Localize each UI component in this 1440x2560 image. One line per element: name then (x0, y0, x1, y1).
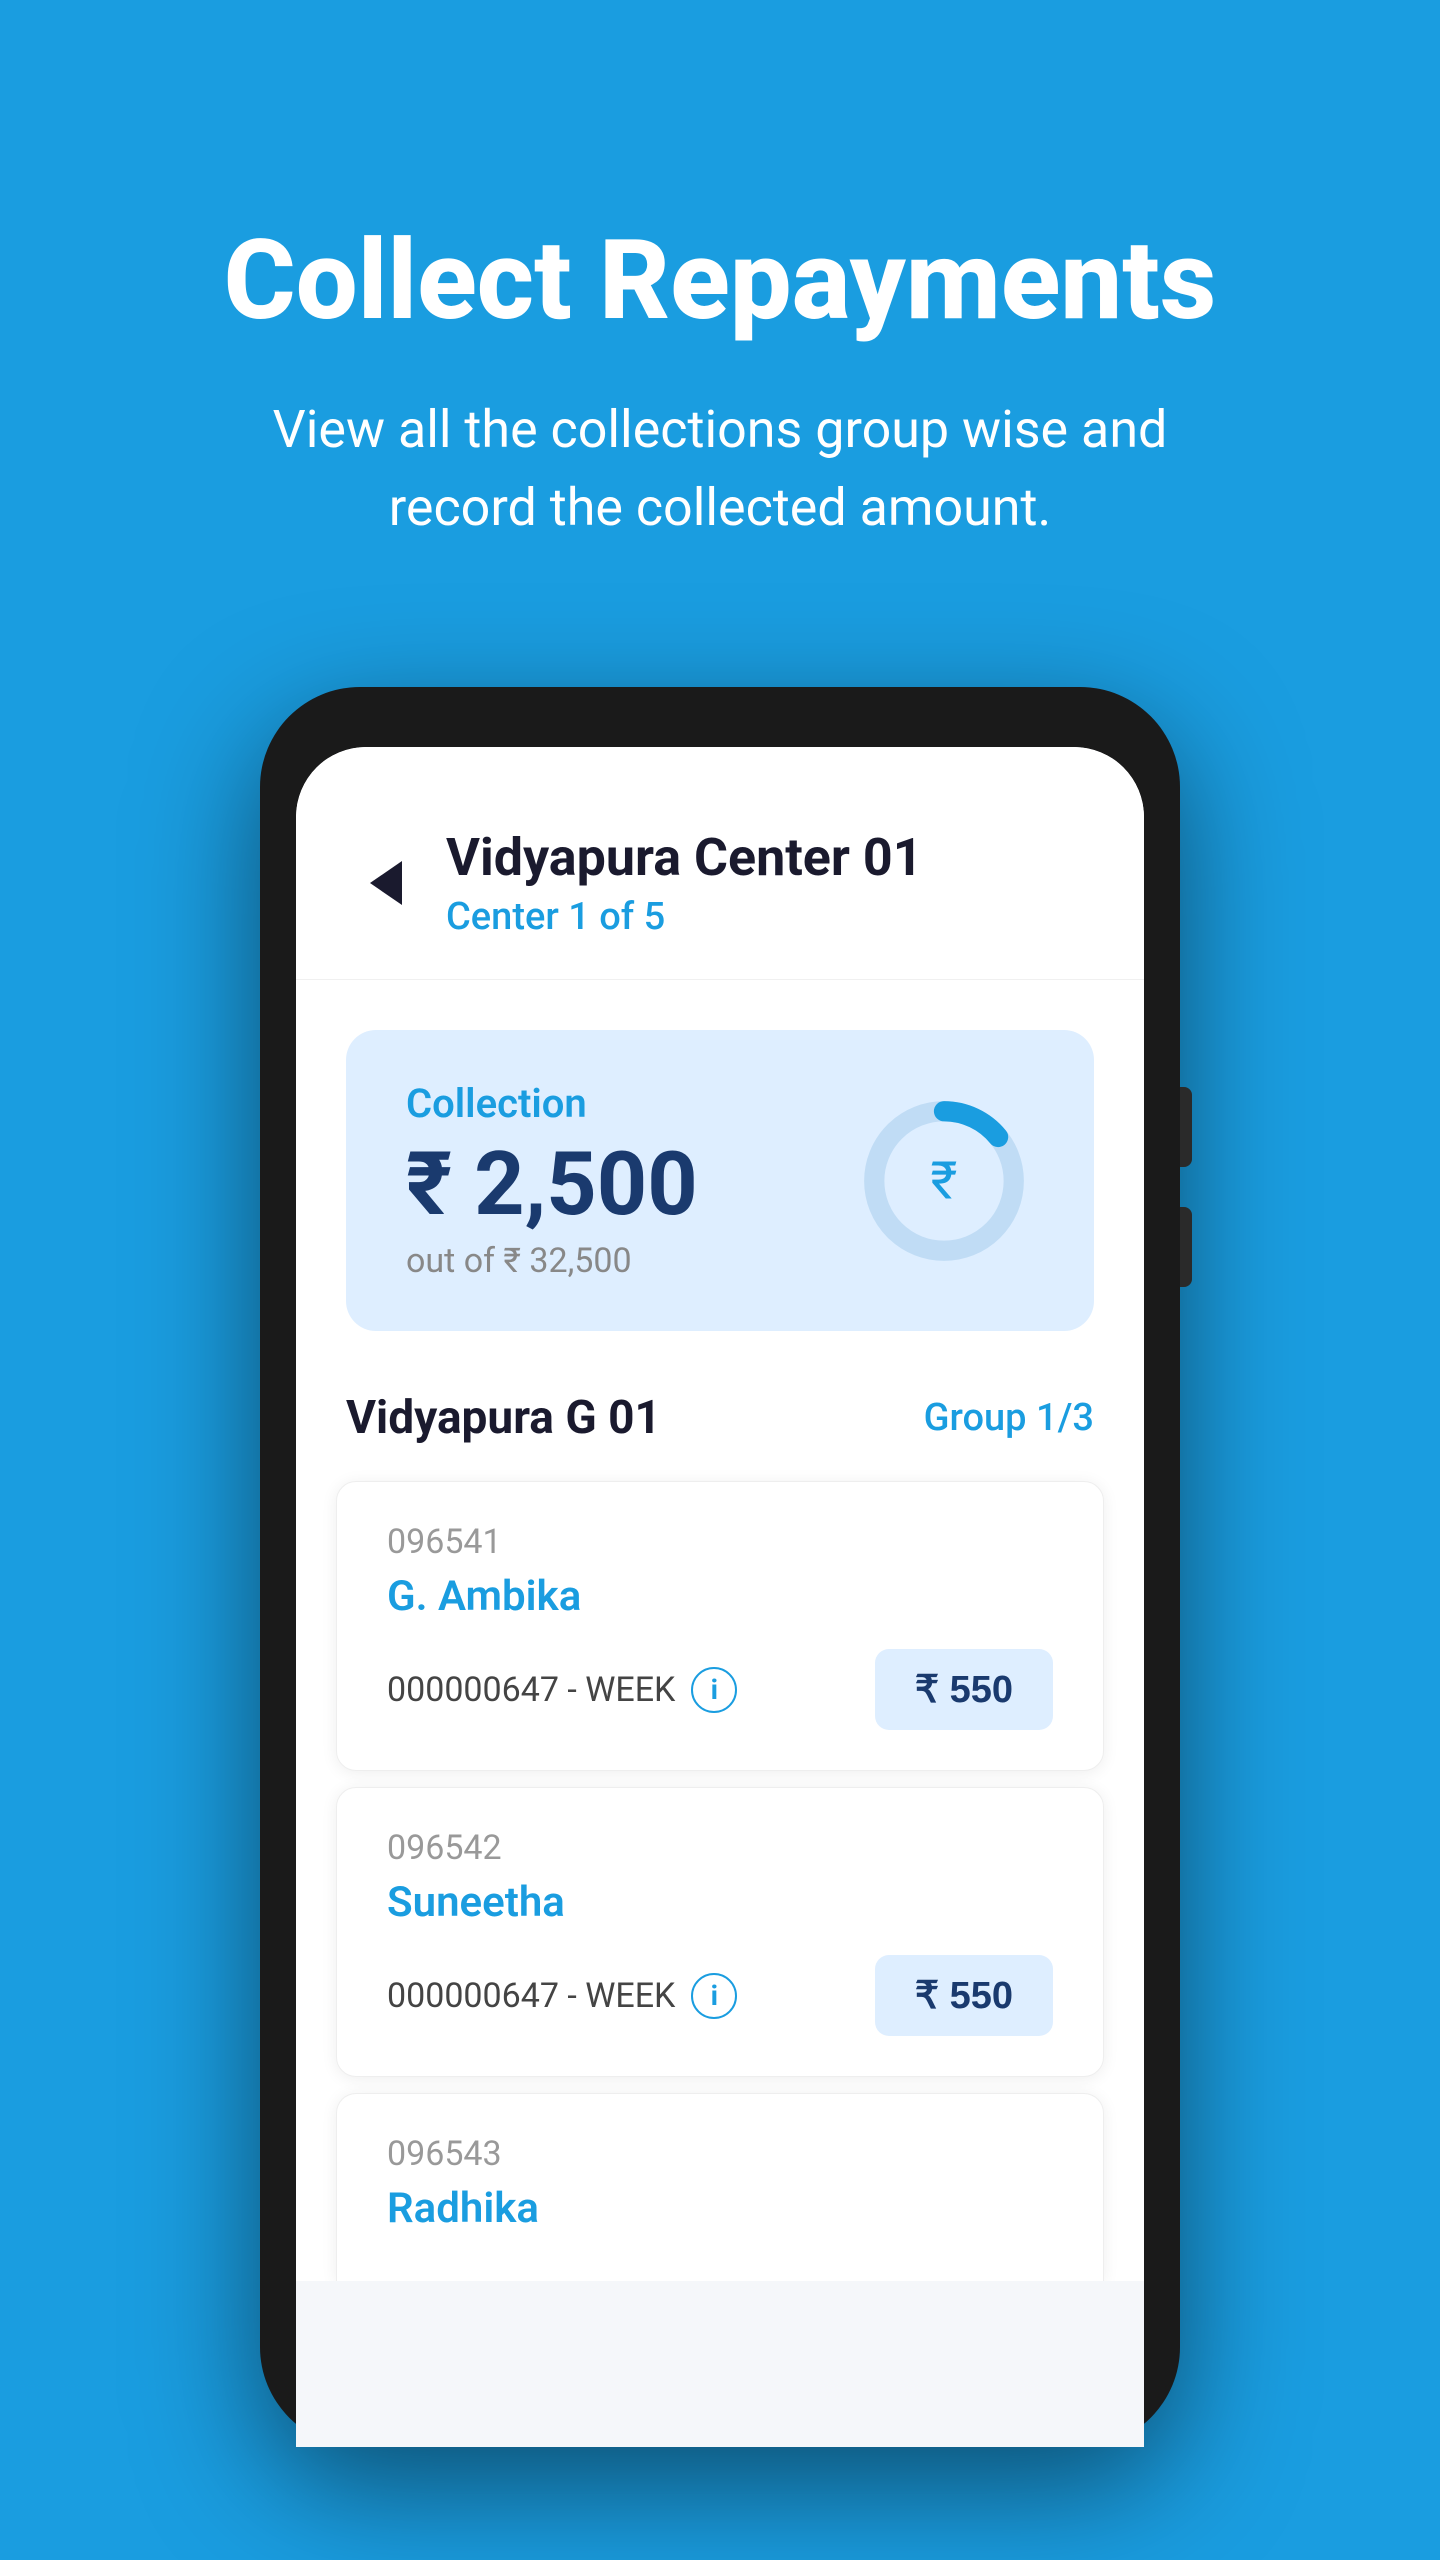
page-title: Collect Repayments (80, 220, 1360, 341)
member-id: 096541 (387, 1522, 1053, 1562)
back-arrow-icon (370, 861, 402, 905)
member-card: 096542 Suneetha 000000647 - WEEK i ₹ 550 (336, 1787, 1104, 2077)
member-name: Suneetha (387, 1878, 1053, 1927)
collection-out-of: out of ₹ 32,500 (406, 1241, 698, 1281)
collection-amount: ₹ 2,500 (406, 1141, 698, 1229)
collection-label: Collection (406, 1080, 698, 1127)
member-id: 096543 (387, 2134, 1053, 2174)
center-name: Vidyapura Center 01 (446, 827, 1084, 889)
loan-info: 000000647 - WEEK i (387, 1973, 737, 2019)
phone-screen: Vidyapura Center 01 Center 1 of 5 Collec… (296, 747, 1144, 2447)
info-icon[interactable]: i (691, 1973, 737, 2019)
collection-donut-chart: ₹ (854, 1091, 1034, 1271)
rupee-icon: ₹ (931, 1150, 958, 1211)
phone-side-button-mid (1180, 1207, 1192, 1287)
hero-section: Collect Repayments View all the collecti… (0, 0, 1440, 627)
member-card: 096541 G. Ambika 000000647 - WEEK i ₹ 55… (336, 1481, 1104, 1771)
screen-header: Vidyapura Center 01 Center 1 of 5 (296, 747, 1144, 980)
back-button[interactable] (356, 853, 416, 913)
group-name: Vidyapura G 01 (346, 1391, 661, 1445)
member-id: 096542 (387, 1828, 1053, 1868)
member-loan-row: 000000647 - WEEK i ₹ 550 (387, 1649, 1053, 1730)
center-count: Center 1 of 5 (446, 895, 1084, 939)
phone-shell: Vidyapura Center 01 Center 1 of 5 Collec… (260, 687, 1180, 2447)
group-header: Vidyapura G 01 Group 1/3 (296, 1361, 1144, 1465)
member-name: Radhika (387, 2184, 1053, 2233)
phone-side-button-top (1180, 1087, 1192, 1167)
center-info: Vidyapura Center 01 Center 1 of 5 (446, 827, 1084, 939)
collection-card: Collection ₹ 2,500 out of ₹ 32,500 ₹ (346, 1030, 1094, 1331)
member-card-partial: 096543 Radhika (336, 2093, 1104, 2281)
screen-content: Vidyapura Center 01 Center 1 of 5 Collec… (296, 747, 1144, 2281)
member-loan-row: 000000647 - WEEK i ₹ 550 (387, 1955, 1053, 2036)
amount-button[interactable]: ₹ 550 (875, 1649, 1053, 1730)
loan-code: 000000647 - WEEK (387, 1670, 675, 1710)
info-icon[interactable]: i (691, 1667, 737, 1713)
group-count: Group 1/3 (924, 1396, 1094, 1440)
loan-code: 000000647 - WEEK (387, 1976, 675, 2016)
phone-mockup: Vidyapura Center 01 Center 1 of 5 Collec… (260, 687, 1180, 2447)
collection-info: Collection ₹ 2,500 out of ₹ 32,500 (406, 1080, 698, 1281)
page-subtitle: View all the collections group wise andr… (80, 391, 1360, 547)
amount-button[interactable]: ₹ 550 (875, 1955, 1053, 2036)
member-name: G. Ambika (387, 1572, 1053, 1621)
loan-info: 000000647 - WEEK i (387, 1667, 737, 1713)
